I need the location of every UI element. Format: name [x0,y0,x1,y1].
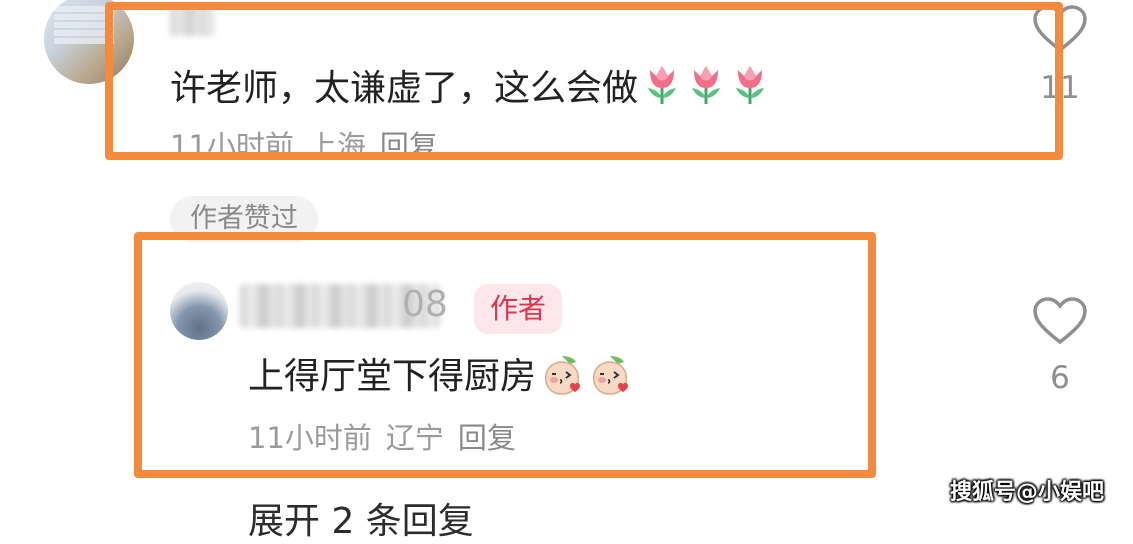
reply-reply-button[interactable]: 回复 [458,421,516,455]
author-liked-tag: 作者赞过 [170,196,318,242]
comment-time: 11小时前 [170,129,294,163]
avatar-image [54,4,114,44]
reply-meta: 11小时前 辽宁 回复 [248,420,530,456]
reply-text: 上得厅堂下得厨房 [248,356,537,397]
commenter-avatar[interactable] [44,0,134,84]
tulip-emoji [736,66,765,104]
reply-time: 11小时前 [248,421,372,455]
heart-outline-icon[interactable] [1032,4,1088,54]
comment-like-count: 11 [1040,70,1080,106]
peach-kiss-emoji [544,356,581,395]
reply-like-count: 6 [1050,360,1070,396]
reply-location: 辽宁 [385,421,444,455]
tulip-emoji [692,66,721,104]
watermark: 搜狐号@小娱吧 [950,480,1105,505]
comment-location: 上海 [307,129,366,163]
comment-reply-button[interactable]: 回复 [380,129,438,163]
comment-text: 许老师，太谦虚了，这么会做 [170,68,639,109]
reply-body: 上得厅堂下得厨房 [248,352,632,399]
reply-author-name-digits: 08 [402,284,448,325]
comment-body: 许老师，太谦虚了，这么会做 [170,62,770,111]
reply-author-name-tail: 08 [360,282,448,328]
author-badge: 作者 [474,284,563,334]
heart-outline-icon[interactable] [1032,296,1088,346]
peach-kiss-emoji [592,356,629,395]
expand-replies-link[interactable]: 展开 2 条回复 [248,500,474,544]
reply-author-avatar[interactable] [170,282,228,340]
tulip-emoji [648,66,677,104]
commenter-name-blurred[interactable] [170,6,214,36]
comment-meta: 11小时前 上海 回复 [170,128,452,164]
